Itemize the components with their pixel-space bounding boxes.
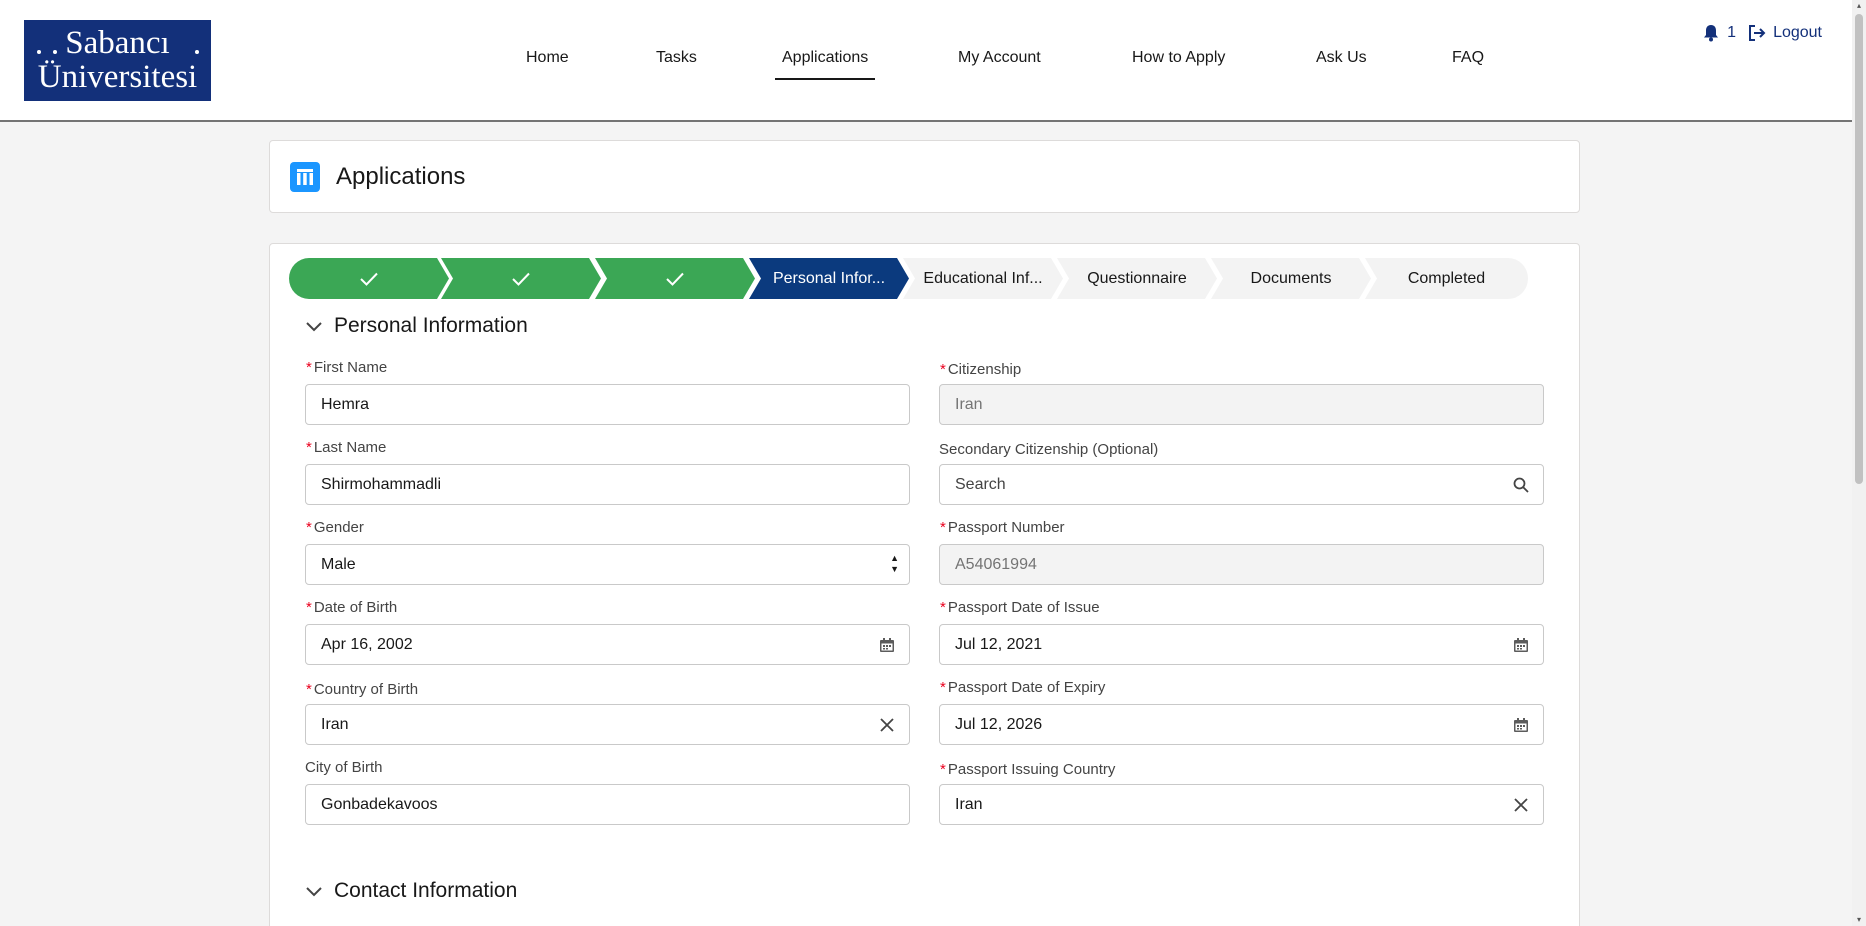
- path-step-label: Educational Inf...: [923, 270, 1043, 287]
- section-title: Contact Information: [334, 879, 518, 902]
- logout-icon[interactable]: [1748, 24, 1766, 42]
- dob-label: * Date of Birth: [306, 599, 398, 616]
- section-personal-information[interactable]: Personal Information: [304, 314, 528, 338]
- path-step-questionnaire[interactable]: Questionnaire: [1057, 258, 1217, 299]
- notification-count: 1: [1727, 24, 1737, 41]
- clear-icon[interactable]: [1513, 797, 1529, 813]
- citizenship-input: Iran: [939, 384, 1544, 425]
- chevron-down-icon: [306, 887, 322, 897]
- passport-expiry-input[interactable]: Jul 12, 2026: [939, 704, 1544, 745]
- site-header: Sabancı Üniversitesi Home Tasks Applicat…: [0, 0, 1852, 122]
- passport-number-input: A54061994: [939, 544, 1544, 585]
- clear-icon[interactable]: [879, 717, 895, 733]
- chevron-down-icon: [306, 322, 322, 332]
- section-title: Personal Information: [334, 314, 528, 337]
- secondary-citizenship-label: Secondary Citizenship (Optional): [939, 441, 1159, 458]
- gender-select[interactable]: Male ▲ ▼: [305, 544, 910, 585]
- path-step-label: Completed: [1407, 270, 1486, 287]
- dob-value: Apr 16, 2002: [321, 636, 413, 653]
- path-step-label: Questionnaire: [1087, 270, 1187, 287]
- path-step-3[interactable]: [595, 258, 755, 299]
- calendar-icon[interactable]: [879, 637, 895, 653]
- gender-value: Male: [321, 556, 356, 573]
- logo-line-2: Üniversitesi: [37, 59, 198, 95]
- country-of-birth-value: Iran: [321, 716, 349, 733]
- first-name-input[interactable]: Hemra: [305, 384, 910, 425]
- path-step-1[interactable]: [289, 258, 449, 299]
- first-name-label: * First Name: [306, 359, 388, 376]
- path-step-2[interactable]: [441, 258, 601, 299]
- city-of-birth-input[interactable]: Gonbadekavoos: [305, 784, 910, 825]
- page-title: Applications: [336, 163, 466, 190]
- page-header-card: Applications: [269, 140, 1580, 213]
- calendar-icon[interactable]: [1513, 637, 1529, 653]
- passport-country-input[interactable]: Iran: [939, 784, 1544, 825]
- nav-applications[interactable]: Applications: [775, 44, 876, 80]
- secondary-citizenship-search[interactable]: Search: [939, 464, 1544, 505]
- gender-label: * Gender: [306, 519, 364, 536]
- passport-country-label: * Passport Issuing Country: [940, 761, 1116, 778]
- path-step-personal-info[interactable]: Personal Infor...: [749, 258, 909, 299]
- select-arrows-icon: ▲ ▼: [890, 553, 899, 574]
- nav-how-to-apply[interactable]: How to Apply: [1125, 44, 1232, 80]
- nav-tasks[interactable]: Tasks: [649, 44, 704, 80]
- passport-issue-input[interactable]: Jul 12, 2021: [939, 624, 1544, 665]
- logo-line-1: Sabancı: [65, 25, 170, 61]
- check-icon: [360, 272, 378, 286]
- scroll-thumb[interactable]: [1855, 14, 1863, 484]
- citizenship-label: * Citizenship: [940, 361, 1022, 378]
- bell-icon[interactable]: [1703, 24, 1719, 42]
- nav-my-account[interactable]: My Account: [951, 44, 1048, 80]
- path-step-label: Documents: [1250, 270, 1332, 287]
- passport-expiry-value: Jul 12, 2026: [955, 716, 1043, 733]
- section-contact-information[interactable]: Contact Information: [304, 879, 517, 903]
- header-actions: 1 Logout: [1703, 24, 1822, 42]
- scroll-up-icon[interactable]: ▴: [1855, 2, 1863, 10]
- last-name-input[interactable]: Shirmohammadli: [305, 464, 910, 505]
- logout-link[interactable]: Logout: [1773, 24, 1822, 42]
- passport-country-value: Iran: [955, 796, 983, 813]
- path-step-educational-info[interactable]: Educational Inf...: [903, 258, 1063, 299]
- path-step-completed[interactable]: Completed: [1365, 258, 1528, 299]
- passport-number-label: * Passport Number: [940, 519, 1065, 536]
- check-icon: [512, 272, 530, 286]
- search-icon[interactable]: [1513, 477, 1529, 493]
- country-of-birth-label: * Country of Birth: [306, 681, 419, 698]
- applications-icon: [290, 162, 320, 192]
- city-of-birth-label: City of Birth: [305, 759, 383, 776]
- search-placeholder: Search: [955, 476, 1006, 493]
- dob-input[interactable]: Apr 16, 2002: [305, 624, 910, 665]
- passport-expiry-label: * Passport Date of Expiry: [940, 679, 1106, 696]
- calendar-icon[interactable]: [1513, 717, 1529, 733]
- scroll-down-icon[interactable]: ▾: [1855, 916, 1863, 924]
- path-step-label: Personal Infor...: [772, 270, 886, 287]
- check-icon: [666, 272, 684, 286]
- path-step-documents[interactable]: Documents: [1211, 258, 1371, 299]
- last-name-label: * Last Name: [306, 439, 387, 456]
- nav-home[interactable]: Home: [519, 44, 576, 80]
- nav-faq[interactable]: FAQ: [1445, 44, 1491, 80]
- passport-issue-value: Jul 12, 2021: [955, 636, 1043, 653]
- nav-ask-us[interactable]: Ask Us: [1309, 44, 1374, 80]
- sabanci-logo[interactable]: Sabancı Üniversitesi: [24, 20, 211, 101]
- page-scrollbar[interactable]: ▴ ▾: [1852, 0, 1866, 926]
- passport-issue-label: * Passport Date of Issue: [940, 599, 1100, 616]
- country-of-birth-input[interactable]: Iran: [305, 704, 910, 745]
